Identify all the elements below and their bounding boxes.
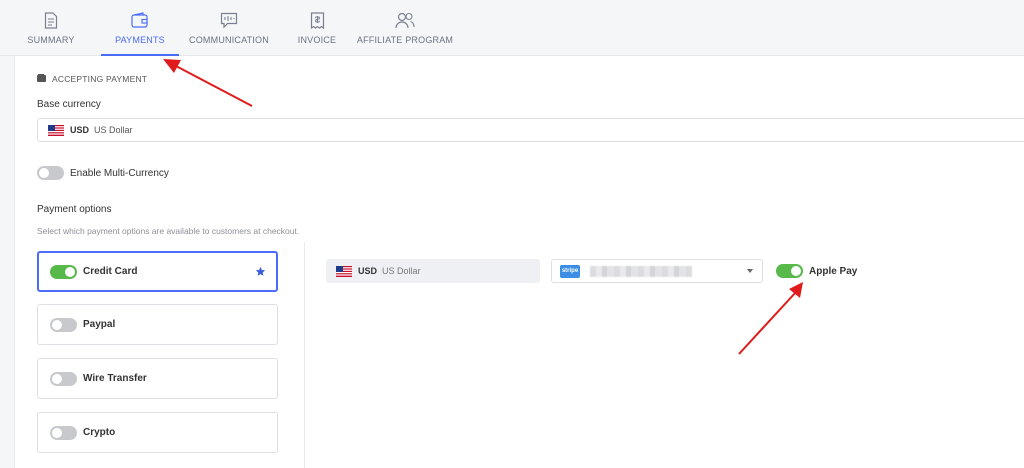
tab-label: COMMUNICATION <box>189 35 269 45</box>
multi-currency-toggle[interactable] <box>37 166 64 180</box>
credit-card-currency: USD US Dollar <box>326 259 540 283</box>
chevron-down-icon <box>747 269 753 273</box>
wire-transfer-toggle[interactable] <box>50 371 77 386</box>
us-flag-icon <box>48 124 64 136</box>
credit-card-toggle[interactable] <box>50 264 77 279</box>
stripe-logo-icon: stripe <box>560 264 580 278</box>
payment-option-wire-transfer[interactable]: Wire Transfer <box>37 358 278 399</box>
currency-code: USD <box>358 266 378 276</box>
apple-pay-label: Apple Pay <box>809 265 858 277</box>
payment-gateway-select[interactable]: stripe <box>551 259 763 283</box>
users-icon <box>394 9 416 31</box>
chat-icon <box>218 9 240 31</box>
crypto-toggle[interactable] <box>50 425 77 440</box>
base-currency-select[interactable]: USD US Dollar <box>37 118 1024 142</box>
payment-option-label: Credit Card <box>83 266 138 277</box>
tab-summary[interactable]: SUMMARY <box>22 0 80 55</box>
payment-options-list: Credit Card Paypal Wire Transfer Crypto <box>15 242 305 468</box>
tab-invoice[interactable]: INVOICE <box>297 0 337 55</box>
payment-option-label: Wire Transfer <box>83 373 147 384</box>
tab-label: INVOICE <box>297 35 337 45</box>
currency-name: US Dollar <box>94 125 133 135</box>
us-flag-icon <box>336 265 352 277</box>
section-title: ACCEPTING PAYMENT <box>52 74 148 84</box>
multi-currency-label: Enable Multi-Currency <box>70 167 169 179</box>
tab-label: PAYMENTS <box>115 35 165 45</box>
wallet-icon <box>129 9 151 31</box>
top-tab-bar: SUMMARY PAYMENTS COMMUNICATION INVOICE A… <box>0 0 1024 56</box>
currency-code: USD <box>70 125 90 135</box>
currency-name: US Dollar <box>382 266 421 276</box>
apple-pay-toggle[interactable] <box>776 264 803 278</box>
redacted-account-name <box>590 265 692 277</box>
section-header: ACCEPTING PAYMENT <box>37 74 147 84</box>
payment-options-hint: Select which payment options are availab… <box>37 226 300 236</box>
wallet-icon <box>37 74 46 84</box>
payments-panel: ACCEPTING PAYMENT Base currency USD US D… <box>14 56 1024 468</box>
multi-currency-row: Enable Multi-Currency <box>37 166 169 180</box>
payment-option-credit-card[interactable]: Credit Card <box>37 251 278 292</box>
tab-payments[interactable]: PAYMENTS <box>101 0 179 56</box>
invoice-icon <box>306 9 328 31</box>
tab-label: SUMMARY <box>27 35 75 45</box>
tab-communication[interactable]: COMMUNICATION <box>189 0 269 55</box>
tab-affiliate-program[interactable]: AFFILIATE PROGRAM <box>357 0 453 55</box>
base-currency-label: Base currency <box>37 99 101 110</box>
apple-pay-row: Apple Pay <box>776 264 857 278</box>
star-icon[interactable] <box>255 266 266 280</box>
document-icon <box>40 9 62 31</box>
tab-label: AFFILIATE PROGRAM <box>356 35 454 45</box>
paypal-toggle[interactable] <box>50 317 77 332</box>
payment-option-paypal[interactable]: Paypal <box>37 304 278 345</box>
payment-option-crypto[interactable]: Crypto <box>37 412 278 453</box>
payment-options-title: Payment options <box>37 204 112 215</box>
payment-option-label: Crypto <box>83 427 116 438</box>
payment-option-label: Paypal <box>83 319 116 330</box>
